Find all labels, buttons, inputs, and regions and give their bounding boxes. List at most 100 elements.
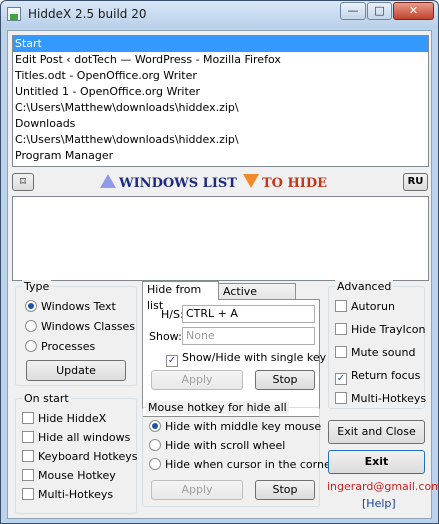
help-link[interactable]: [Help] (362, 497, 396, 510)
type-windows-classes-radio[interactable]: Windows Classes (25, 320, 135, 334)
type-processes-radio[interactable]: Processes (25, 340, 95, 354)
main-window: HiddeX 2.5 build 20 — □ ✕ Start Edit Pos… (0, 0, 439, 524)
type-group: Type Windows Text Windows Classes Proces… (15, 280, 137, 386)
checkbox-box (335, 392, 347, 404)
radio-dot (149, 439, 161, 451)
windows-list-item[interactable]: Untitled 1 - OpenOffice.org Writer (13, 84, 428, 100)
windows-list-item[interactable]: Program Manager (13, 148, 428, 164)
type-windows-text-radio[interactable]: Windows Text (25, 300, 116, 314)
title-bar[interactable]: HiddeX 2.5 build 20 — □ ✕ (1, 1, 438, 28)
windows-list-item[interactable]: Downloads (13, 116, 428, 132)
radio-label: Windows Classes (41, 320, 136, 333)
checkbox-label: Mute sound (351, 346, 416, 359)
close-button[interactable]: ✕ (393, 2, 434, 20)
single-key-checkbox[interactable]: ✓ Show/Hide with single key (166, 351, 326, 367)
mouse-stop-button[interactable]: Stop (255, 480, 315, 500)
on-start-group-title: On start (22, 392, 71, 405)
client-area: Start Edit Post ‹ dotTech — WordPress - … (7, 30, 439, 519)
hide-middle-key-radio[interactable]: Hide with middle key mouse (149, 420, 321, 434)
arrow-up-icon (100, 174, 116, 188)
radio-dot (25, 320, 37, 332)
windows-list[interactable]: Start Edit Post ‹ dotTech — WordPress - … (12, 35, 429, 167)
checkbox-label: Multi-Hotkeys (351, 392, 427, 405)
pin-button[interactable]: ⌑ (12, 173, 34, 191)
mouse-hotkey-group-title: Mouse hotkey for hide all (146, 401, 289, 414)
checkbox-box (22, 412, 34, 424)
on-start-group: On start Hide HiddeX Hide all windows Ke… (15, 392, 138, 514)
hs-hotkey-field[interactable]: CTRL + A (182, 305, 315, 323)
checkbox-label: Mouse Hotkey (38, 469, 116, 482)
checkbox-box (22, 488, 34, 500)
show-label: Show: (149, 330, 182, 343)
radio-label: Processes (41, 340, 96, 353)
hide-list[interactable] (12, 196, 429, 281)
tab-hide-from-list[interactable]: Hide from list (142, 281, 219, 312)
checkbox-box (335, 300, 347, 312)
keyboard-hotkeys-checkbox[interactable]: Keyboard Hotkeys (22, 450, 138, 464)
hotkey-apply-button[interactable]: Apply (151, 370, 243, 390)
show-placeholder: None (186, 329, 215, 342)
windows-list-item[interactable]: Edit Post ‹ dotTech — WordPress - Mozill… (13, 52, 428, 68)
mouse-hotkey-group: Mouse hotkey for hide all Hide with midd… (142, 401, 335, 507)
radio-dot (25, 300, 37, 312)
checkbox-box: ✓ (166, 355, 178, 367)
advanced-group: Advanced Autorun Hide TrayIcon Mute soun… (328, 280, 426, 409)
checkbox-label: Show/Hide with single key (182, 351, 327, 364)
radio-dot (149, 458, 161, 470)
return-focus-checkbox[interactable]: ✓ Return focus (335, 369, 420, 385)
tab-active-window[interactable]: Active window (218, 283, 296, 314)
exit-button[interactable]: Exit (328, 450, 425, 474)
multi-hotkeys-advanced-checkbox[interactable]: Multi-Hotkeys (335, 392, 426, 406)
language-button[interactable]: RU (403, 173, 428, 191)
radio-dot (25, 340, 37, 352)
hide-all-windows-checkbox[interactable]: Hide all windows (22, 431, 130, 445)
radio-label: Hide when cursor in the corner (165, 458, 336, 471)
checkbox-label: Hide all windows (38, 431, 131, 444)
checkbox-box (22, 469, 34, 481)
radio-label: Hide with middle key mouse (165, 420, 322, 433)
radio-label: Windows Text (41, 300, 116, 313)
update-button[interactable]: Update (26, 360, 126, 381)
list-banner: WINDOWS LIST TO HIDE (100, 174, 327, 192)
type-group-title: Type (22, 280, 52, 293)
radio-dot (149, 420, 161, 432)
radio-label: Hide with scroll wheel (165, 439, 286, 452)
checkbox-box (22, 450, 34, 462)
show-hotkey-field[interactable]: None (182, 327, 315, 345)
app-icon (7, 7, 21, 21)
windows-list-item[interactable]: C:\Users\Matthew\downloads\hiddex.zip\ (13, 132, 428, 148)
windows-list-item[interactable]: Titles.odt - OpenOffice.org Writer (13, 68, 428, 84)
hide-cursor-corner-radio[interactable]: Hide when cursor in the corner (149, 458, 335, 472)
mouse-apply-button[interactable]: Apply (151, 480, 243, 500)
author-email-link[interactable]: ingerard@gmail.com (327, 480, 439, 493)
exit-and-close-button[interactable]: Exit and Close (328, 420, 425, 444)
hotkey-tab-panel: H/S: CTRL + A Show: None ✓ Show/Hide with… (142, 299, 326, 417)
windows-list-item[interactable]: Start (13, 36, 428, 52)
autorun-checkbox[interactable]: Autorun (335, 300, 395, 314)
windows-list-heading: WINDOWS LIST (119, 176, 237, 191)
mute-sound-checkbox[interactable]: Mute sound (335, 346, 415, 360)
hide-trayicon-checkbox[interactable]: Hide TrayIcon (335, 323, 425, 337)
multi-hotkeys-checkbox[interactable]: Multi-Hotkeys (22, 488, 113, 502)
checkbox-label: Return focus (351, 369, 421, 382)
minimize-button[interactable]: — (340, 2, 366, 20)
checkbox-label: Autorun (351, 300, 396, 313)
mouse-hotkey-checkbox[interactable]: Mouse Hotkey (22, 469, 116, 483)
maximize-button[interactable]: □ (367, 2, 392, 20)
hs-label: H/S: (161, 308, 184, 321)
arrow-down-icon (242, 174, 259, 188)
hide-scroll-wheel-radio[interactable]: Hide with scroll wheel (149, 439, 285, 453)
window-title: HiddeX 2.5 build 20 (28, 7, 147, 21)
checkbox-box: ✓ (335, 373, 347, 385)
checkbox-label: Multi-Hotkeys (38, 488, 114, 501)
checkbox-box (335, 323, 347, 335)
checkbox-box (335, 346, 347, 358)
windows-list-item[interactable]: C:\Users\Matthew\downloads\hiddex.zip\ (13, 100, 428, 116)
advanced-group-title: Advanced (335, 280, 394, 293)
hotkey-stop-button[interactable]: Stop (255, 370, 315, 390)
to-hide-heading: TO HIDE (261, 176, 328, 191)
checkbox-label: Keyboard Hotkeys (38, 450, 138, 463)
hide-hiddex-checkbox[interactable]: Hide HiddeX (22, 412, 106, 426)
checkbox-label: Hide HiddeX (38, 412, 107, 425)
checkbox-label: Hide TrayIcon (351, 323, 426, 336)
